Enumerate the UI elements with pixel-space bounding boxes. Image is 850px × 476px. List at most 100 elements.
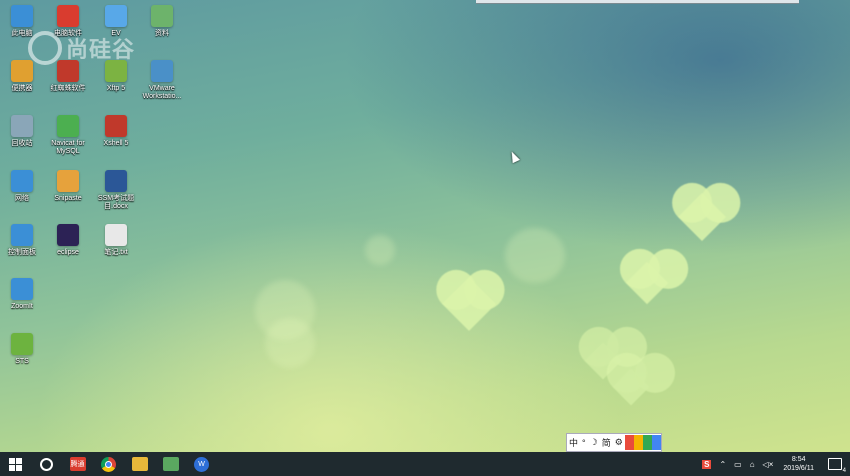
xshell-icon xyxy=(105,115,127,137)
folder-app-icon xyxy=(57,5,79,27)
wallpaper-heart xyxy=(442,277,496,331)
desktop-icon-label: eclipse xyxy=(57,249,79,256)
desktop: 尚硅谷 此电脑 电脑软件 EV 资料 便携器 红蜘蛛软件 Xftp 5 VMware Work… xyxy=(0,0,850,452)
ime-settings-icon[interactable]: ⚙ xyxy=(613,437,625,448)
desktop-icon[interactable]: 此电脑 xyxy=(0,5,48,38)
text-file-icon xyxy=(105,224,127,246)
desktop-icon[interactable]: 便携器 xyxy=(0,60,48,93)
vmware-icon xyxy=(151,60,173,82)
desktop-icon[interactable]: 资料 xyxy=(136,5,188,38)
tray-ime-icon[interactable]: S xyxy=(698,459,715,469)
start-button[interactable] xyxy=(0,452,31,476)
action-center-icon[interactable] xyxy=(828,458,846,474)
desktop-icon-label: 回收站 xyxy=(11,140,33,147)
mouse-cursor-icon xyxy=(508,149,520,164)
desktop-icon[interactable]: 笔记.txt xyxy=(90,224,142,257)
taskbar-chrome[interactable] xyxy=(93,452,124,476)
folder-icon xyxy=(131,457,148,471)
app-red-icon: 腾通 xyxy=(69,457,86,471)
tray-volume-icon[interactable]: ◁× xyxy=(759,460,778,469)
document-icon xyxy=(151,5,173,27)
spring-sts-icon xyxy=(11,333,33,355)
control-panel-icon xyxy=(11,224,33,246)
desktop-icon-label: Snipaste xyxy=(54,195,82,202)
wallpaper-heart xyxy=(677,192,727,242)
desktop-icon[interactable]: Xftp 5 xyxy=(90,60,142,93)
desktop-icon[interactable]: 回收站 xyxy=(0,115,48,148)
sogou-icon: S xyxy=(702,459,712,469)
computer-icon xyxy=(11,5,33,27)
snipaste-icon xyxy=(57,170,79,192)
desktop-icon-label: EV xyxy=(111,30,121,37)
ime-half-width-icon[interactable]: ☽ xyxy=(588,437,600,448)
tray-chevron-up-icon[interactable]: ⌃ xyxy=(715,460,730,469)
wallpaper-bokeh xyxy=(265,318,315,368)
desktop-icon-label: STS xyxy=(15,358,29,365)
taskbar-app-green[interactable] xyxy=(155,452,186,476)
tray-network-icon[interactable]: ⌂ xyxy=(746,460,759,469)
desktop-icon-label: 电脑软件 xyxy=(54,30,82,37)
desktop-icon-label: Xftp 5 xyxy=(106,85,126,92)
desktop-icon[interactable]: 网络 xyxy=(0,170,48,203)
red-spider-icon xyxy=(57,60,79,82)
xftp-icon xyxy=(105,60,127,82)
desktop-icon-label: VMware Workstatio... xyxy=(142,85,182,100)
search-button[interactable] xyxy=(31,452,62,476)
desktop-icon[interactable]: Navicat for MySQL xyxy=(42,115,94,156)
desktop-icon[interactable]: Xshell 5 xyxy=(90,115,142,148)
desktop-icon-label: Xshell 5 xyxy=(103,140,129,147)
taskbar-explorer[interactable] xyxy=(124,452,155,476)
ime-skin-green[interactable] xyxy=(642,435,652,450)
desktop-icon-label: 网络 xyxy=(15,195,29,202)
desktop-icon-label: 红蜘蛛软件 xyxy=(50,85,86,92)
navicat-icon xyxy=(57,115,79,137)
desktop-icon[interactable]: 红蜘蛛软件 xyxy=(42,60,94,93)
taskbar-app-1[interactable]: 腾通 xyxy=(62,452,93,476)
wallpaper-bokeh xyxy=(505,228,565,283)
desktop-icon[interactable]: ZoomIt xyxy=(0,278,48,311)
ime-toolbar[interactable]: 中 ° ☽ 简 ⚙ xyxy=(566,433,662,452)
desktop-icon-label: SSM考试题目.docx xyxy=(97,195,135,210)
desktop-icon[interactable]: STS xyxy=(0,333,48,366)
desktop-icon[interactable]: Snipaste xyxy=(42,170,94,203)
desktop-icon-label: 笔记.txt xyxy=(104,249,128,256)
desktop-icon-label: ZoomIt xyxy=(11,303,33,310)
wallpaper-heart xyxy=(612,368,650,406)
windows-start-icon xyxy=(9,457,22,471)
wallpaper-bokeh xyxy=(365,235,395,265)
ime-skin-yellow[interactable] xyxy=(633,435,643,450)
ev-recorder-icon xyxy=(105,5,127,27)
ime-skin-blue[interactable] xyxy=(651,435,661,450)
network-icon xyxy=(11,170,33,192)
taskbar-clock[interactable]: 8:54 2019/6/11 xyxy=(777,455,820,473)
eclipse-icon xyxy=(57,224,79,246)
search-icon xyxy=(40,457,53,471)
desktop-icon[interactable]: eclipse xyxy=(42,224,94,257)
clock-time: 8:54 xyxy=(791,456,806,463)
desktop-icon-label: Navicat for MySQL xyxy=(51,140,85,155)
zoomit-icon xyxy=(11,278,33,300)
desktop-icon[interactable]: EV xyxy=(90,5,142,38)
desktop-icon-label: 资料 xyxy=(155,30,169,37)
ime-skin-red[interactable] xyxy=(624,435,634,450)
window-edge xyxy=(476,0,799,4)
taskbar-wps[interactable]: W xyxy=(186,452,217,476)
wallpaper-heart xyxy=(625,261,669,305)
tray-battery-icon[interactable]: ▭ xyxy=(730,460,746,469)
desktop-icon-label: 便携器 xyxy=(11,85,33,92)
recycle-bin-icon xyxy=(11,115,33,137)
portable-app-icon xyxy=(11,60,33,82)
desktop-icon[interactable]: 控制面板 xyxy=(0,224,48,257)
app-green-icon xyxy=(162,457,179,471)
desktop-icon-label: 此电脑 xyxy=(11,30,33,37)
desktop-icon[interactable]: VMware Workstatio... xyxy=(136,60,188,101)
desktop-icon[interactable]: 电脑软件 xyxy=(42,5,94,38)
ime-chinese-mode[interactable]: 中 xyxy=(567,436,580,449)
desktop-icon[interactable]: SSM考试题目.docx xyxy=(90,170,142,211)
word-doc-icon xyxy=(105,170,127,192)
ime-simplified-mode[interactable]: 简 xyxy=(600,436,613,449)
ime-punct-mode[interactable]: ° xyxy=(580,438,588,448)
system-tray: S ⌃ ▭ ⌂ ◁× 8:54 2019/6/11 xyxy=(698,452,850,476)
chrome-icon xyxy=(101,456,116,472)
wps-icon: W xyxy=(194,456,209,472)
